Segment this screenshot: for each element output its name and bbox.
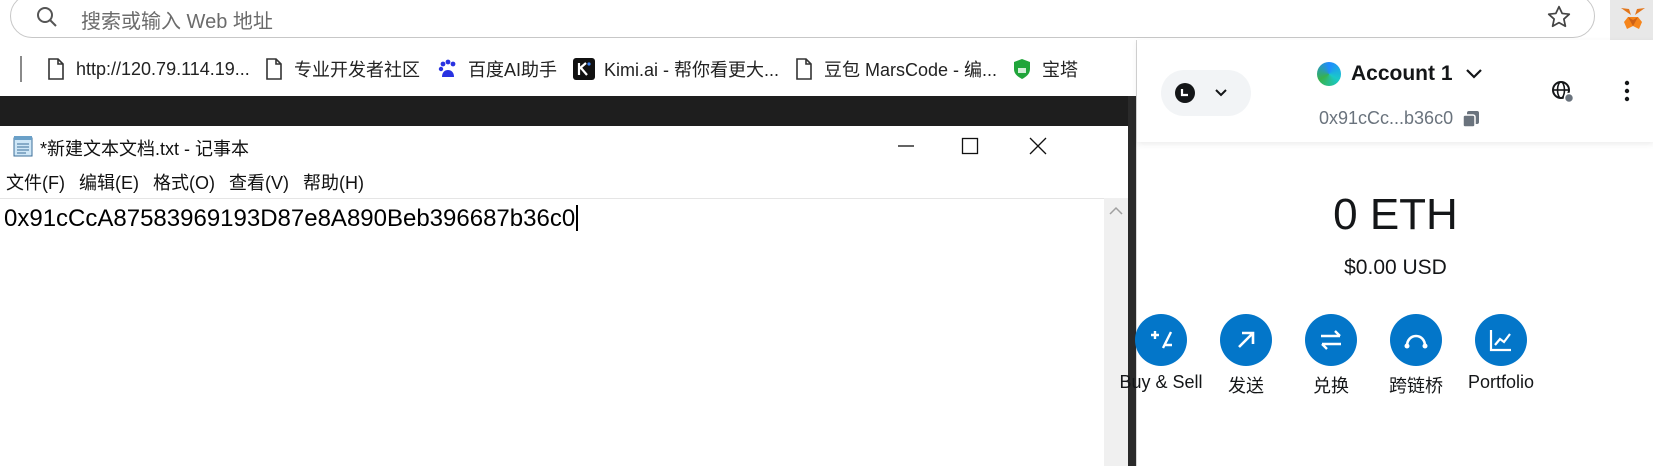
bookmark-label: 百度AI助手 [468, 60, 558, 80]
bookmark-item[interactable]: 宝塔 [1010, 53, 1078, 85]
kimi-icon [572, 57, 596, 81]
account-picker[interactable]: Account 1 [1317, 62, 1485, 86]
action-label: 发送 [1228, 376, 1264, 396]
bookmark-item[interactable]: 豆包 MarsCode - 编... [792, 53, 997, 85]
browser-toolbar: 搜索或输入 Web 地址 [0, 0, 1653, 40]
swap-button[interactable]: 兑换 [1286, 314, 1376, 398]
portfolio-chart-icon [1475, 314, 1527, 366]
bookmark-item[interactable]: 百度AI助手 [436, 53, 557, 85]
notepad-icon [13, 136, 33, 157]
network-picker[interactable] [1161, 70, 1251, 116]
bookmark-label: http://120.79.114.19... [76, 58, 250, 79]
metamask-popup: Account 1 0x91cCc...b36c0 0 ETH $0.00 US… [1119, 40, 1653, 466]
action-label: Portfolio [1467, 372, 1535, 392]
menu-help[interactable]: 帮助(H) [296, 168, 371, 198]
send-button[interactable]: 发送 [1201, 314, 1291, 398]
page-icon [44, 57, 68, 81]
search-icon [37, 7, 57, 27]
desktop-background [0, 96, 1135, 126]
editor-text: 0x91cCcA87583969193D87e8A890Beb396687b36… [4, 205, 579, 233]
notepad-menubar: 文件(F) 编辑(E) 格式(O) 查看(V) 帮助(H) [0, 168, 371, 198]
buy-sell-icon [1135, 314, 1187, 366]
swap-icon [1305, 314, 1357, 366]
metamask-extension-button[interactable] [1610, 0, 1653, 40]
bookmarks-bar: http://120.79.114.19... 专业开发者社区 百度AI助手 K… [0, 44, 1135, 94]
network-logo-icon [1175, 83, 1195, 103]
close-button[interactable] [1008, 126, 1068, 166]
minimize-icon [898, 145, 914, 147]
bookmark-label: 豆包 MarsCode - 编... [824, 60, 998, 80]
menu-edit[interactable]: 编辑(E) [72, 168, 146, 198]
editor-content: 0x91cCcA87583969193D87e8A890Beb396687b36… [4, 205, 576, 232]
copy-icon[interactable] [1461, 109, 1481, 129]
bookmark-item[interactable]: Kimi.ai - 帮你看更大... [572, 53, 779, 85]
window-title: *新建文本文档.txt - 记事本 [40, 139, 250, 159]
text-editor-area[interactable]: 0x91cCcA87583969193D87e8A890Beb396687b36… [0, 198, 1104, 467]
chevron-down-icon [1465, 69, 1482, 79]
menu-file[interactable]: 文件(F) [0, 168, 72, 198]
notepad-window: *新建文本文档.txt - 记事本 文件(F) 编辑(E) 格式(O) 查看(V… [0, 126, 1128, 466]
minimize-button[interactable] [876, 126, 936, 166]
bridge-icon [1390, 314, 1442, 366]
scroll-up-icon[interactable] [1109, 206, 1123, 216]
bookmark-label: 宝塔 [1042, 60, 1078, 80]
send-arrow-icon [1220, 314, 1272, 366]
menu-view[interactable]: 查看(V) [222, 168, 296, 198]
eth-balance: 0 ETH [1333, 190, 1458, 239]
menu-format[interactable]: 格式(O) [146, 168, 222, 198]
account-address-row[interactable]: 0x91cCc...b36c0 [1319, 108, 1481, 129]
text-caret [576, 205, 579, 231]
star-bookmark-icon[interactable] [1546, 4, 1572, 30]
fiat-balance: $0.00 USD [1344, 256, 1447, 279]
maximize-button[interactable] [940, 126, 1000, 166]
baidu-icon [436, 57, 460, 81]
bookmark-item[interactable]: 专业开发者社区 [262, 53, 420, 85]
portfolio-button[interactable]: Portfolio [1456, 314, 1546, 393]
bookmark-label: Kimi.ai - 帮你看更大... [604, 60, 780, 80]
bookmark-item[interactable]: http://120.79.114.19... [44, 53, 250, 85]
action-label: 兑换 [1313, 376, 1349, 396]
metamask-fox-icon [1621, 8, 1645, 29]
bookmarks-separator [20, 56, 22, 82]
window-edge [1128, 96, 1136, 466]
account-avatar [1317, 62, 1341, 86]
close-icon [1029, 137, 1047, 155]
account-name: Account 1 [1351, 62, 1453, 85]
buy-sell-button[interactable]: Buy & Sell [1116, 314, 1206, 393]
page-icon [792, 57, 816, 81]
metamask-header: Account 1 0x91cCc...b36c0 [1137, 40, 1653, 142]
more-options-icon[interactable] [1615, 78, 1639, 104]
address-bar[interactable]: 搜索或输入 Web 地址 [10, 0, 1595, 38]
notepad-titlebar[interactable]: *新建文本文档.txt - 记事本 [0, 126, 1128, 166]
action-label: Buy & Sell [1119, 372, 1203, 392]
bookmark-label: 专业开发者社区 [294, 60, 420, 80]
bridge-button[interactable]: 跨链桥 [1371, 314, 1461, 398]
account-address: 0x91cCc...b36c0 [1319, 108, 1454, 128]
chevron-down-icon [1215, 89, 1227, 97]
page-icon [262, 57, 286, 81]
maximize-icon [961, 137, 979, 155]
baota-shield-icon [1010, 57, 1034, 81]
action-label: 跨链桥 [1389, 376, 1443, 396]
address-placeholder: 搜索或输入 Web 地址 [81, 11, 273, 33]
connected-sites-globe-icon[interactable] [1549, 78, 1575, 104]
